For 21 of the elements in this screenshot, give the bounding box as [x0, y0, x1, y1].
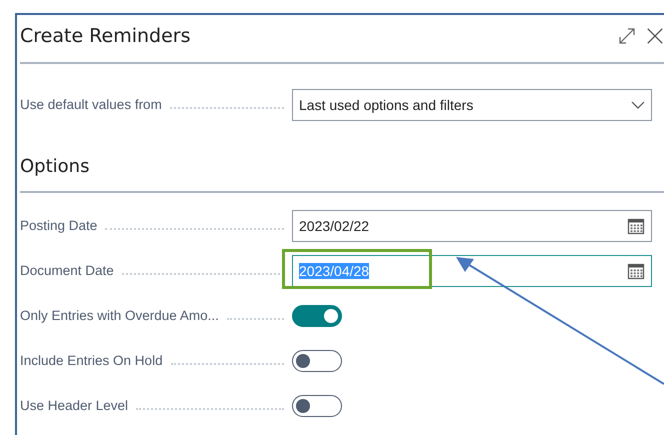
toggle-switch[interactable] [292, 304, 342, 326]
date-value: 2023/02/22 [299, 218, 370, 234]
field-label: Only Entries with Overdue Amo... [20, 308, 219, 323]
select-value: Last used options and filters [299, 96, 474, 112]
field-label: Include Entries On Hold [20, 353, 163, 368]
date-field[interactable]: 2023/02/22 [292, 210, 652, 242]
date-value: 2023/04/28 [299, 262, 370, 278]
close-button[interactable] [646, 27, 664, 45]
field-label: Document Date [20, 263, 114, 278]
toggle-switch[interactable] [292, 394, 342, 416]
field-label: Use Header Level [20, 398, 128, 413]
calendar-icon[interactable] [627, 262, 645, 280]
toggle-switch[interactable] [292, 350, 342, 372]
dialog-title: Create Reminders [20, 25, 192, 47]
section-heading: Options [20, 156, 90, 176]
field-label: Use default values from [20, 97, 162, 112]
select-field[interactable]: Last used options and filters [292, 88, 652, 120]
calendar-icon[interactable] [627, 216, 645, 234]
field-label: Posting Date [20, 218, 98, 233]
expand-button[interactable] [618, 27, 636, 45]
chevron-down-icon [631, 100, 645, 108]
